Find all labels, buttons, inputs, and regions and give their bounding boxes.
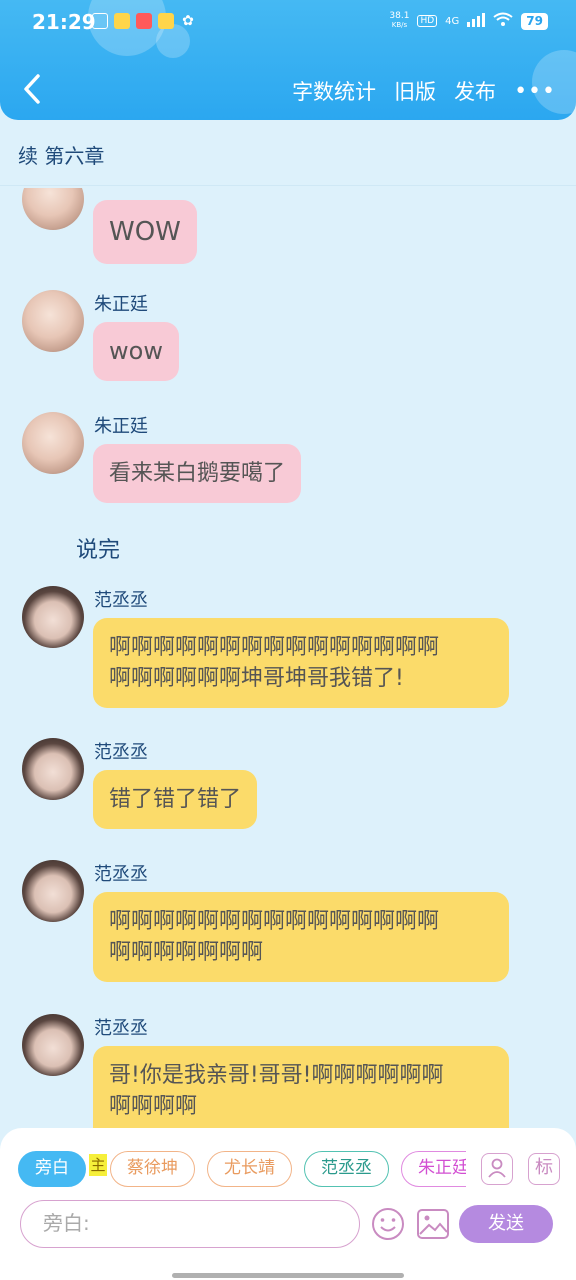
- host-tag: 主: [89, 1154, 107, 1176]
- avatar[interactable]: [22, 412, 84, 474]
- publish-button[interactable]: 发布: [454, 76, 496, 106]
- wifi-icon: [493, 12, 513, 30]
- image-button[interactable]: [416, 1207, 450, 1245]
- image-icon: [417, 1209, 449, 1239]
- message-input[interactable]: 旁白:: [20, 1200, 360, 1248]
- sender-name: 范丞丞: [94, 1018, 148, 1039]
- notification-icons: ✿: [92, 13, 196, 29]
- avatar[interactable]: [22, 290, 84, 352]
- message-bubble[interactable]: 看来某白鹅要噶了: [93, 444, 302, 503]
- composer-panel: 旁白 蔡徐坤 尤长靖 范丞丞 朱正廷 主 标 旁白: 发送: [0, 1128, 576, 1280]
- avatar[interactable]: [22, 586, 84, 648]
- app-notification-icon: [114, 13, 130, 29]
- message-bubble[interactable]: 错了错了错了: [93, 770, 258, 829]
- narration-text[interactable]: 说完: [76, 532, 120, 564]
- role-chip[interactable]: 朱正廷: [401, 1151, 466, 1187]
- person-card-icon: [488, 1158, 506, 1178]
- sender-name: 朱正廷: [94, 416, 148, 437]
- role-chip[interactable]: 蔡徐坤: [110, 1151, 195, 1187]
- sender-name: 朱正廷: [94, 294, 148, 315]
- tag-button[interactable]: 标: [528, 1153, 560, 1185]
- message-list[interactable]: WOW 朱正廷 wow 朱正廷 看来某白鹅要噶了 说完 范丞丞 啊啊啊啊啊啊啊啊…: [0, 188, 576, 1128]
- decor-bubble: [156, 24, 190, 58]
- chevron-left-icon: [24, 74, 40, 104]
- word-count-button[interactable]: 字数统计: [292, 76, 376, 106]
- back-button[interactable]: [18, 72, 48, 106]
- home-indicator[interactable]: [172, 1273, 404, 1278]
- sender-name: 范丞丞: [94, 864, 148, 885]
- message-bubble[interactable]: 哥!你是我亲哥!哥哥!啊啊啊啊啊啊 啊啊啊啊: [93, 1046, 509, 1128]
- message-bubble[interactable]: wow: [93, 322, 179, 381]
- role-manage-button[interactable]: [481, 1153, 513, 1185]
- avatar[interactable]: [22, 860, 84, 922]
- app-notification-icon: [136, 13, 152, 29]
- more-icon[interactable]: •••: [514, 79, 556, 104]
- net-speed: 38.1 KB/s: [389, 11, 410, 30]
- network-label: 4G: [445, 15, 460, 27]
- send-button[interactable]: 发送: [459, 1205, 553, 1243]
- role-selector[interactable]: 旁白 蔡徐坤 尤长靖 范丞丞 朱正廷: [18, 1150, 466, 1188]
- message-bubble[interactable]: 啊啊啊啊啊啊啊啊啊啊啊啊啊啊啊 啊啊啊啊啊啊啊: [93, 892, 509, 982]
- hd-badge: HD: [417, 15, 438, 27]
- old-version-button[interactable]: 旧版: [394, 76, 436, 106]
- role-chip[interactable]: 范丞丞: [304, 1151, 389, 1187]
- sender-name: 范丞丞: [94, 742, 148, 763]
- role-chip-narrator[interactable]: 旁白: [18, 1151, 86, 1187]
- status-right: 38.1 KB/s HD 4G 79: [389, 12, 548, 30]
- header-actions: 字数统计 旧版 发布 •••: [292, 76, 556, 106]
- wechat-icon: ✿: [182, 13, 194, 29]
- smiley-icon: [372, 1208, 404, 1240]
- role-chip[interactable]: 尤长靖: [207, 1151, 292, 1187]
- emoji-button[interactable]: [370, 1206, 406, 1246]
- sender-name: 范丞丞: [94, 590, 148, 611]
- app-header: 21:29 ✿ 38.1 KB/s HD 4G 79 字数统计 旧版 发布 ••…: [0, 0, 576, 120]
- avatar[interactable]: [22, 1014, 84, 1076]
- app-notification-icon: [158, 13, 174, 29]
- chapter-title[interactable]: 续 第六章: [0, 134, 576, 186]
- signal-icon: [467, 12, 486, 30]
- status-time: 21:29: [32, 10, 96, 34]
- message-bubble[interactable]: WOW: [93, 200, 197, 264]
- avatar[interactable]: [22, 188, 84, 230]
- battery-indicator: 79: [521, 12, 548, 30]
- avatar[interactable]: [22, 738, 84, 800]
- gallery-notification-icon: [92, 13, 108, 29]
- message-bubble[interactable]: 啊啊啊啊啊啊啊啊啊啊啊啊啊啊啊 啊啊啊啊啊啊坤哥坤哥我错了!: [93, 618, 509, 708]
